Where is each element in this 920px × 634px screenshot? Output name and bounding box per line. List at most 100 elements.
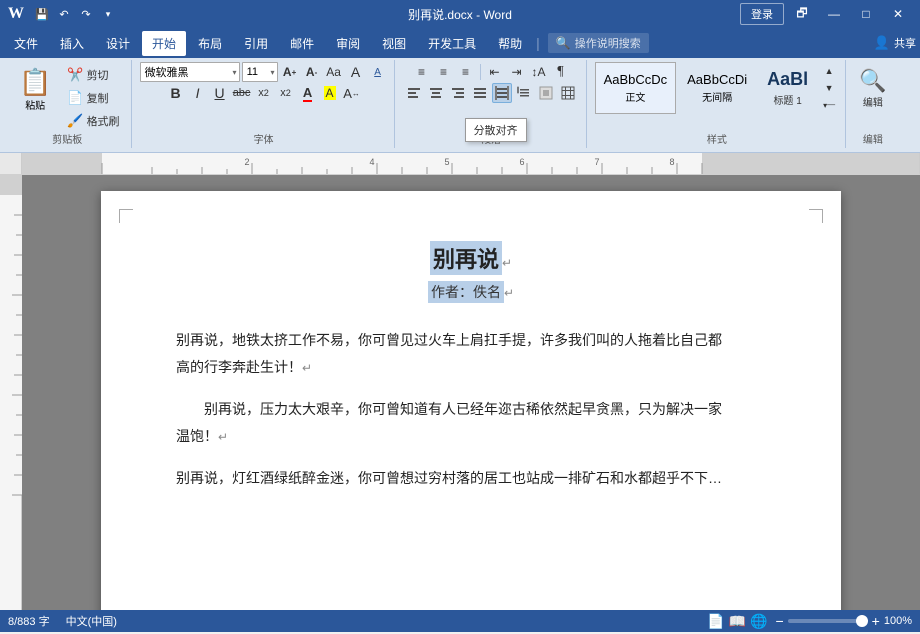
distribute-align-btn[interactable]: [492, 83, 512, 103]
font-color-btn[interactable]: A: [298, 83, 318, 103]
shading-btn[interactable]: [536, 83, 556, 103]
status-right: 📄 📖 🌐 − + 100%: [707, 613, 912, 630]
cursor-title: ↵: [502, 256, 512, 270]
font-size-selector[interactable]: 11 ▾: [242, 62, 278, 82]
char-spacing-btn[interactable]: A↔: [342, 83, 362, 103]
bullet-list-btn[interactable]: ≡: [412, 62, 432, 82]
strikethrough-btn[interactable]: abc: [232, 83, 252, 103]
justify-btn[interactable]: [470, 83, 490, 103]
zoom-slider[interactable]: [788, 619, 868, 623]
menu-references[interactable]: 引用: [234, 31, 278, 56]
format-label: 格式刷: [87, 113, 120, 129]
style-more-btn[interactable]: ▾—: [819, 97, 839, 114]
clear-format-btn[interactable]: A: [346, 62, 366, 82]
menu-insert[interactable]: 插入: [50, 31, 94, 56]
show-marks-btn[interactable]: ¶: [551, 62, 571, 82]
view-print-btn[interactable]: 📄: [707, 613, 724, 630]
zoom-control: − + 100%: [775, 614, 912, 628]
svg-text:4: 4: [369, 157, 374, 167]
para-4-text: 温饱！: [176, 428, 218, 444]
font-grow-btn[interactable]: A+: [280, 62, 300, 82]
align-left-btn[interactable]: [404, 83, 424, 103]
multilevel-list-btn[interactable]: ≡: [456, 62, 476, 82]
cursor-author: ↵: [504, 286, 514, 300]
ribbon-group-paragraph: ≡ ≡ ≡ ⇤ ⇥ ↕A ¶: [397, 60, 587, 148]
style-scroll-up-btn[interactable]: ▲: [819, 62, 839, 79]
border-btn[interactable]: [558, 83, 578, 103]
login-button[interactable]: 登录: [740, 3, 784, 25]
window-minimize-btn[interactable]: —: [820, 4, 848, 24]
shading-icon: [539, 86, 553, 100]
copy-button[interactable]: 📄 复制: [62, 87, 124, 109]
styles-label: 样式: [589, 129, 846, 146]
menu-bar: 文件 插入 设计 开始 布局 引用 邮件 审阅 视图 开发工具 帮助 | 🔍 操…: [0, 28, 920, 58]
search-box[interactable]: 🔍 操作说明搜索: [548, 33, 649, 53]
doc-scroll-area[interactable]: 别再说↵ 作者：佚名↵ 别再说，地铁太挤工作不易，你可曾见过火车上肩扛手提，许多…: [22, 175, 920, 610]
para-2-text: 高的行李奔赴生计！: [176, 359, 302, 375]
menu-design[interactable]: 设计: [96, 31, 140, 56]
menu-mail[interactable]: 邮件: [280, 31, 324, 56]
italic-btn[interactable]: I: [188, 83, 208, 103]
highlight-color-btn[interactable]: A: [320, 83, 340, 103]
align-center-btn[interactable]: [426, 83, 446, 103]
menu-layout[interactable]: 布局: [188, 31, 232, 56]
window-maximize-btn[interactable]: □: [852, 4, 880, 24]
zoom-out-btn[interactable]: −: [775, 614, 783, 628]
style-normal-label: 正文: [625, 89, 645, 104]
line-spacing-btn[interactable]: [514, 83, 534, 103]
border-icon: [561, 86, 575, 100]
search-icon: 🔍: [556, 36, 571, 50]
text-effect-btn[interactable]: A: [368, 62, 388, 82]
bold-btn[interactable]: B: [166, 83, 186, 103]
font-case-btn[interactable]: Aa: [324, 62, 344, 82]
zoom-in-btn[interactable]: +: [872, 614, 880, 628]
style-heading1-label: 标题 1: [773, 92, 801, 107]
paste-button[interactable]: 📋 粘贴: [10, 62, 60, 118]
title-bar-left: W 💾 ↶ ↷ ▾: [8, 4, 118, 24]
menu-view[interactable]: 视图: [372, 31, 416, 56]
undo-btn[interactable]: ↶: [54, 4, 74, 24]
indent-more-btn[interactable]: ⇥: [507, 62, 527, 82]
style-normal-btn[interactable]: AaBbCcDc 正文: [595, 62, 677, 114]
view-modes: 📄 📖 🌐: [707, 613, 767, 630]
menu-file[interactable]: 文件: [4, 31, 48, 56]
share-btn[interactable]: 👤 共享: [874, 35, 916, 51]
underline-btn[interactable]: U: [210, 83, 230, 103]
font-shrink-btn[interactable]: A-: [302, 62, 322, 82]
menu-help[interactable]: 帮助: [488, 31, 532, 56]
para-mark-1: ↵: [302, 361, 312, 375]
cut-icon: ✂️: [67, 67, 83, 83]
style-heading1-btn[interactable]: AaBl 标题 1: [758, 62, 817, 114]
corner-mark-tl: [119, 209, 133, 223]
view-web-btn[interactable]: 🌐: [750, 613, 767, 630]
align-right-btn[interactable]: [448, 83, 468, 103]
indent-less-btn[interactable]: ⇤: [485, 62, 505, 82]
menu-review[interactable]: 审阅: [326, 31, 370, 56]
cut-button[interactable]: ✂️ 剪切: [62, 64, 124, 86]
language-info: 中文(中国): [66, 613, 117, 629]
ribbon-group-font: 微软雅黑 ▾ 11 ▾ A+ A- Aa A A B I U abc x2 x2…: [134, 60, 395, 148]
clipboard-label: 剪贴板: [4, 129, 131, 146]
font-name-selector[interactable]: 微软雅黑 ▾: [140, 62, 240, 82]
superscript-btn[interactable]: x2: [276, 83, 296, 103]
style-nospace-btn[interactable]: AaBbCcDi 无间隔: [678, 62, 756, 114]
numbered-list-btn[interactable]: ≡: [434, 62, 454, 82]
style-scroll-down-btn[interactable]: ▼: [819, 79, 839, 96]
window-restore-icon[interactable]: 🗗: [788, 4, 816, 24]
paste-icon: 📋: [19, 69, 51, 95]
svg-text:6: 6: [519, 157, 524, 167]
style-normal-preview: AaBbCcDc: [604, 72, 668, 87]
save-btn[interactable]: 💾: [32, 4, 52, 24]
subscript-btn[interactable]: x2: [254, 83, 274, 103]
menu-home[interactable]: 开始: [142, 31, 186, 56]
view-read-btn[interactable]: 📖: [729, 613, 746, 630]
menu-developer[interactable]: 开发工具: [418, 31, 486, 56]
para-1-text: 别再说，地铁太挤工作不易，你可曾见过火车上肩扛手提，许多我们叫的人拖着比自己都: [176, 332, 722, 348]
svg-text:7: 7: [594, 157, 599, 167]
status-bar: 8/883 字 中文(中国) 📄 📖 🌐 − + 100%: [0, 610, 920, 632]
sort-btn[interactable]: ↕A: [529, 62, 549, 82]
redo-btn[interactable]: ↷: [76, 4, 96, 24]
window-close-btn[interactable]: ✕: [884, 4, 912, 24]
quick-more-btn[interactable]: ▾: [98, 4, 118, 24]
find-replace-btn[interactable]: 🔍 编辑: [854, 62, 891, 114]
